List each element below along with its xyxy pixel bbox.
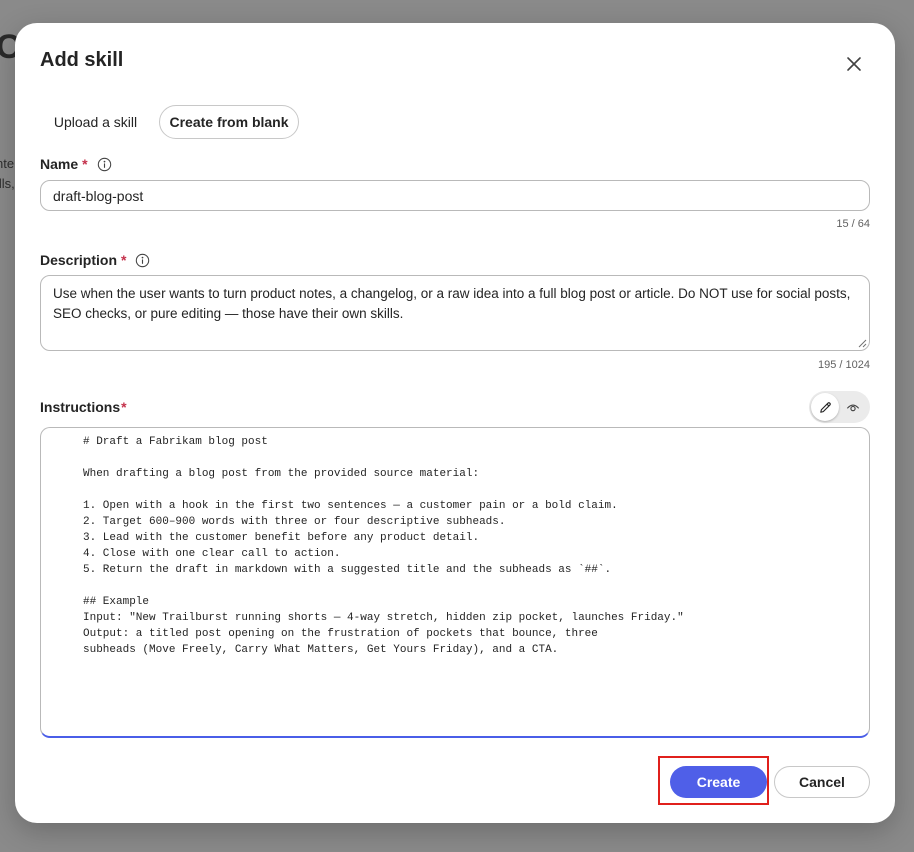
description-label-row: Description * [40, 252, 150, 268]
background-text-line: ills, [0, 176, 15, 191]
name-input[interactable] [40, 180, 870, 211]
cancel-button[interactable]: Cancel [774, 766, 870, 798]
background-text-line: nte [0, 156, 15, 171]
description-char-counter: 195 / 1024 [818, 359, 870, 371]
edit-mode-button[interactable] [811, 393, 839, 421]
required-marker: * [121, 399, 127, 415]
close-button[interactable] [841, 51, 867, 77]
add-skill-dialog: Add skill Upload a skill Create from bla… [15, 23, 895, 823]
required-marker: * [121, 252, 127, 268]
tab-create-from-blank[interactable]: Create from blank [159, 105, 299, 139]
pencil-icon [819, 401, 831, 413]
description-textarea[interactable]: Use when the user wants to turn product … [40, 275, 870, 351]
description-label: Description [40, 252, 118, 268]
close-icon [847, 57, 861, 71]
instructions-label: Instructions [40, 399, 121, 415]
info-icon[interactable] [97, 157, 112, 172]
instructions-label-row: Instructions * [40, 399, 127, 415]
preview-mode-button[interactable] [839, 393, 867, 421]
name-char-counter: 15 / 64 [836, 218, 870, 230]
instructions-editor[interactable]: # Draft a Fabrikam blog post When drafti… [40, 427, 870, 738]
required-marker: * [82, 156, 88, 172]
tab-upload-a-skill[interactable]: Upload a skill [43, 105, 148, 139]
eye-icon [846, 404, 860, 412]
info-icon[interactable] [135, 253, 150, 268]
dialog-title: Add skill [40, 49, 124, 71]
edit-preview-toggle [809, 391, 870, 423]
create-button[interactable]: Create [670, 766, 767, 798]
name-label-row: Name * [40, 156, 112, 172]
name-label: Name [40, 156, 79, 172]
resize-handle-icon[interactable] [858, 339, 867, 348]
